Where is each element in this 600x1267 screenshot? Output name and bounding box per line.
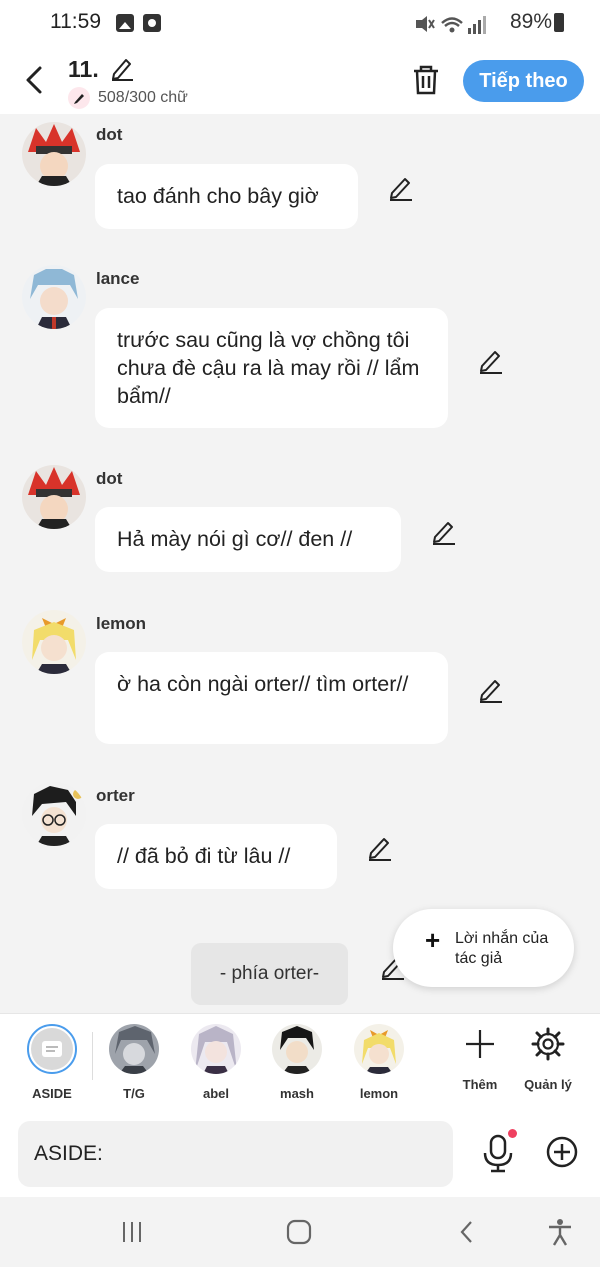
edit-message-icon[interactable] xyxy=(429,517,459,547)
author-note-label: Lời nhắn của tác giả xyxy=(455,930,549,967)
edit-message-icon[interactable] xyxy=(476,346,506,376)
plus-icon xyxy=(466,1030,494,1058)
app-header: 11. 508/300 chữ Tiếp theo xyxy=(0,46,600,114)
plus-icon: + xyxy=(425,925,441,955)
home-icon[interactable] xyxy=(284,1217,314,1247)
avatar[interactable] xyxy=(22,465,86,529)
manage-label: Quản lý xyxy=(524,1077,572,1092)
character-abel[interactable]: abel xyxy=(181,1024,251,1101)
next-button[interactable]: Tiếp theo xyxy=(463,60,584,102)
character-name: T/G xyxy=(123,1086,145,1101)
character-mash[interactable]: mash xyxy=(262,1024,332,1101)
battery-percent: 89% xyxy=(509,10,552,33)
character-tg[interactable]: T/G xyxy=(99,1024,169,1101)
message-bubble[interactable]: // đã bỏ đi từ lâu // xyxy=(95,824,337,889)
message-author: dot xyxy=(96,469,123,488)
add-label: Thêm xyxy=(462,1077,498,1092)
chapter-title[interactable]: 11. xyxy=(68,56,99,83)
avatar xyxy=(109,1024,159,1074)
status-time: 11:59 xyxy=(50,10,101,33)
microphone-icon[interactable] xyxy=(480,1133,516,1173)
message-item: lemon ờ ha còn ngài orter// tìm orter// xyxy=(0,608,600,748)
avatar[interactable] xyxy=(22,122,86,186)
aside-icon xyxy=(27,1024,77,1074)
edit-title-icon[interactable] xyxy=(108,54,136,82)
message-author: lemon xyxy=(96,614,147,633)
character-name: ASIDE xyxy=(32,1086,72,1101)
message-author: lance xyxy=(96,269,140,288)
back-nav-icon[interactable] xyxy=(452,1217,482,1247)
character-name: mash xyxy=(280,1086,314,1101)
message-item: dot Hả mày nói gì cơ// đen // xyxy=(0,463,600,578)
back-icon[interactable] xyxy=(20,62,50,98)
edit-message-icon[interactable] xyxy=(386,173,416,203)
avatar xyxy=(272,1024,322,1074)
message-bubble[interactable]: tao đánh cho bây giờ xyxy=(95,164,358,229)
message-bubble[interactable]: Hả mày nói gì cơ// đen // xyxy=(95,507,401,572)
message-bubble[interactable]: ờ ha còn ngài orter// tìm orter// xyxy=(95,652,448,744)
divider xyxy=(92,1032,93,1080)
signal-wifi-icons xyxy=(416,16,486,34)
avatar[interactable] xyxy=(22,610,86,674)
message-author: dot xyxy=(96,125,123,144)
message-item: orter // đã bỏ đi từ lâu // xyxy=(0,780,600,895)
trash-icon[interactable] xyxy=(410,62,442,98)
word-count-text: 508/300 chữ xyxy=(98,89,188,106)
notification-dot xyxy=(508,1129,517,1138)
message-bubble[interactable]: trước sau cũng là vợ chồng tôi chưa đè c… xyxy=(95,308,448,428)
character-aside[interactable]: ASIDE xyxy=(17,1024,87,1101)
gallery-icon xyxy=(116,14,134,32)
message-item: lance trước sau cũng là vợ chồng tôi chư… xyxy=(0,265,600,435)
avatar xyxy=(354,1024,404,1074)
narration-bubble[interactable]: - phía orter- xyxy=(191,943,348,1005)
avatar[interactable] xyxy=(22,782,86,846)
add-circle-icon[interactable] xyxy=(545,1135,579,1169)
accessibility-icon[interactable] xyxy=(545,1217,575,1247)
record-icon xyxy=(143,14,161,32)
message-input[interactable] xyxy=(18,1121,453,1187)
character-lemon[interactable]: lemon xyxy=(344,1024,414,1101)
system-nav-bar xyxy=(0,1197,600,1267)
character-bar: ASIDE T/G abel mash lemon Thêm Quản lý xyxy=(0,1013,600,1111)
character-name: abel xyxy=(202,1086,229,1101)
add-character-button[interactable]: Thêm xyxy=(445,1026,515,1092)
edit-message-icon[interactable] xyxy=(476,675,506,705)
pencil-icon xyxy=(68,87,90,109)
battery-icon xyxy=(554,13,564,32)
recent-apps-icon[interactable] xyxy=(117,1217,147,1247)
manage-characters-button[interactable]: Quản lý xyxy=(513,1026,583,1092)
gear-icon xyxy=(531,1027,565,1061)
avatar xyxy=(191,1024,241,1074)
status-bar: 11:59 89% xyxy=(0,0,600,46)
edit-message-icon[interactable] xyxy=(365,833,395,863)
author-note-button[interactable]: + Lời nhắn của tác giả xyxy=(393,909,574,987)
message-item: dot tao đánh cho bây giờ xyxy=(0,120,600,240)
message-author: orter xyxy=(96,786,135,805)
composer xyxy=(0,1111,600,1197)
avatar[interactable] xyxy=(22,265,86,329)
character-name: lemon xyxy=(359,1086,399,1101)
